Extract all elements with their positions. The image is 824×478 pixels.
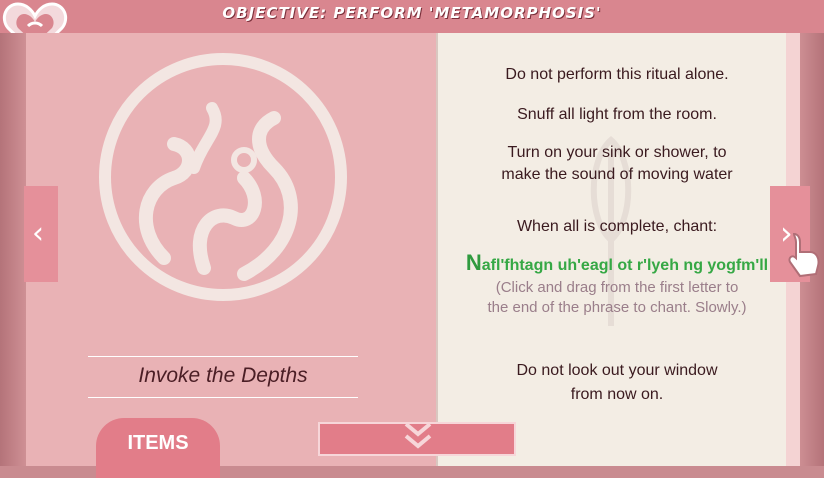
warning-line-1: Do not look out your window: [516, 362, 718, 379]
chant-hint-line-2: the end of the phrase to chant. Slowly.): [487, 299, 747, 316]
warning-line-2: from now on.: [570, 386, 664, 403]
chant-phrase[interactable]: Nafl'fhtagn uh'eagl ot r'lyeh ng yogfm'l…: [436, 250, 798, 276]
ritual-line-2: Snuff all light from the room.: [517, 106, 717, 123]
prev-page-button[interactable]: ‹: [24, 186, 58, 282]
ritual-line-5: When all is complete, chant:: [516, 218, 718, 235]
chant-rest[interactable]: afl'fhtagn uh'eagl ot r'lyeh ng yogfm'll: [482, 257, 768, 274]
objective-text: OBJECTIVE: PERFORM 'METAMORPHOSIS': [222, 4, 602, 22]
page-title-box: Invoke the Depths: [88, 356, 358, 398]
items-tab-button[interactable]: ITEMS: [96, 418, 220, 478]
book-frame-left: [0, 33, 26, 466]
page-title: Invoke the Depths: [138, 364, 308, 387]
chant-first-letter[interactable]: N: [466, 250, 482, 275]
ritual-line-3: Turn on your sink or shower, to: [507, 144, 727, 161]
objective-bar: OBJECTIVE: PERFORM 'METAMORPHOSIS': [0, 0, 824, 35]
tentacle-emblem-icon: [99, 53, 347, 301]
items-tab-label: ITEMS: [127, 432, 189, 454]
chevron-left-icon: ‹: [32, 216, 44, 251]
ritual-line-4: make the sound of moving water: [501, 166, 733, 183]
double-chevron-down-icon[interactable]: [400, 418, 436, 452]
ritual-line-1: Do not perform this ritual alone.: [505, 66, 729, 83]
chant-hint-line-1: (Click and drag from the first letter to: [495, 279, 739, 296]
